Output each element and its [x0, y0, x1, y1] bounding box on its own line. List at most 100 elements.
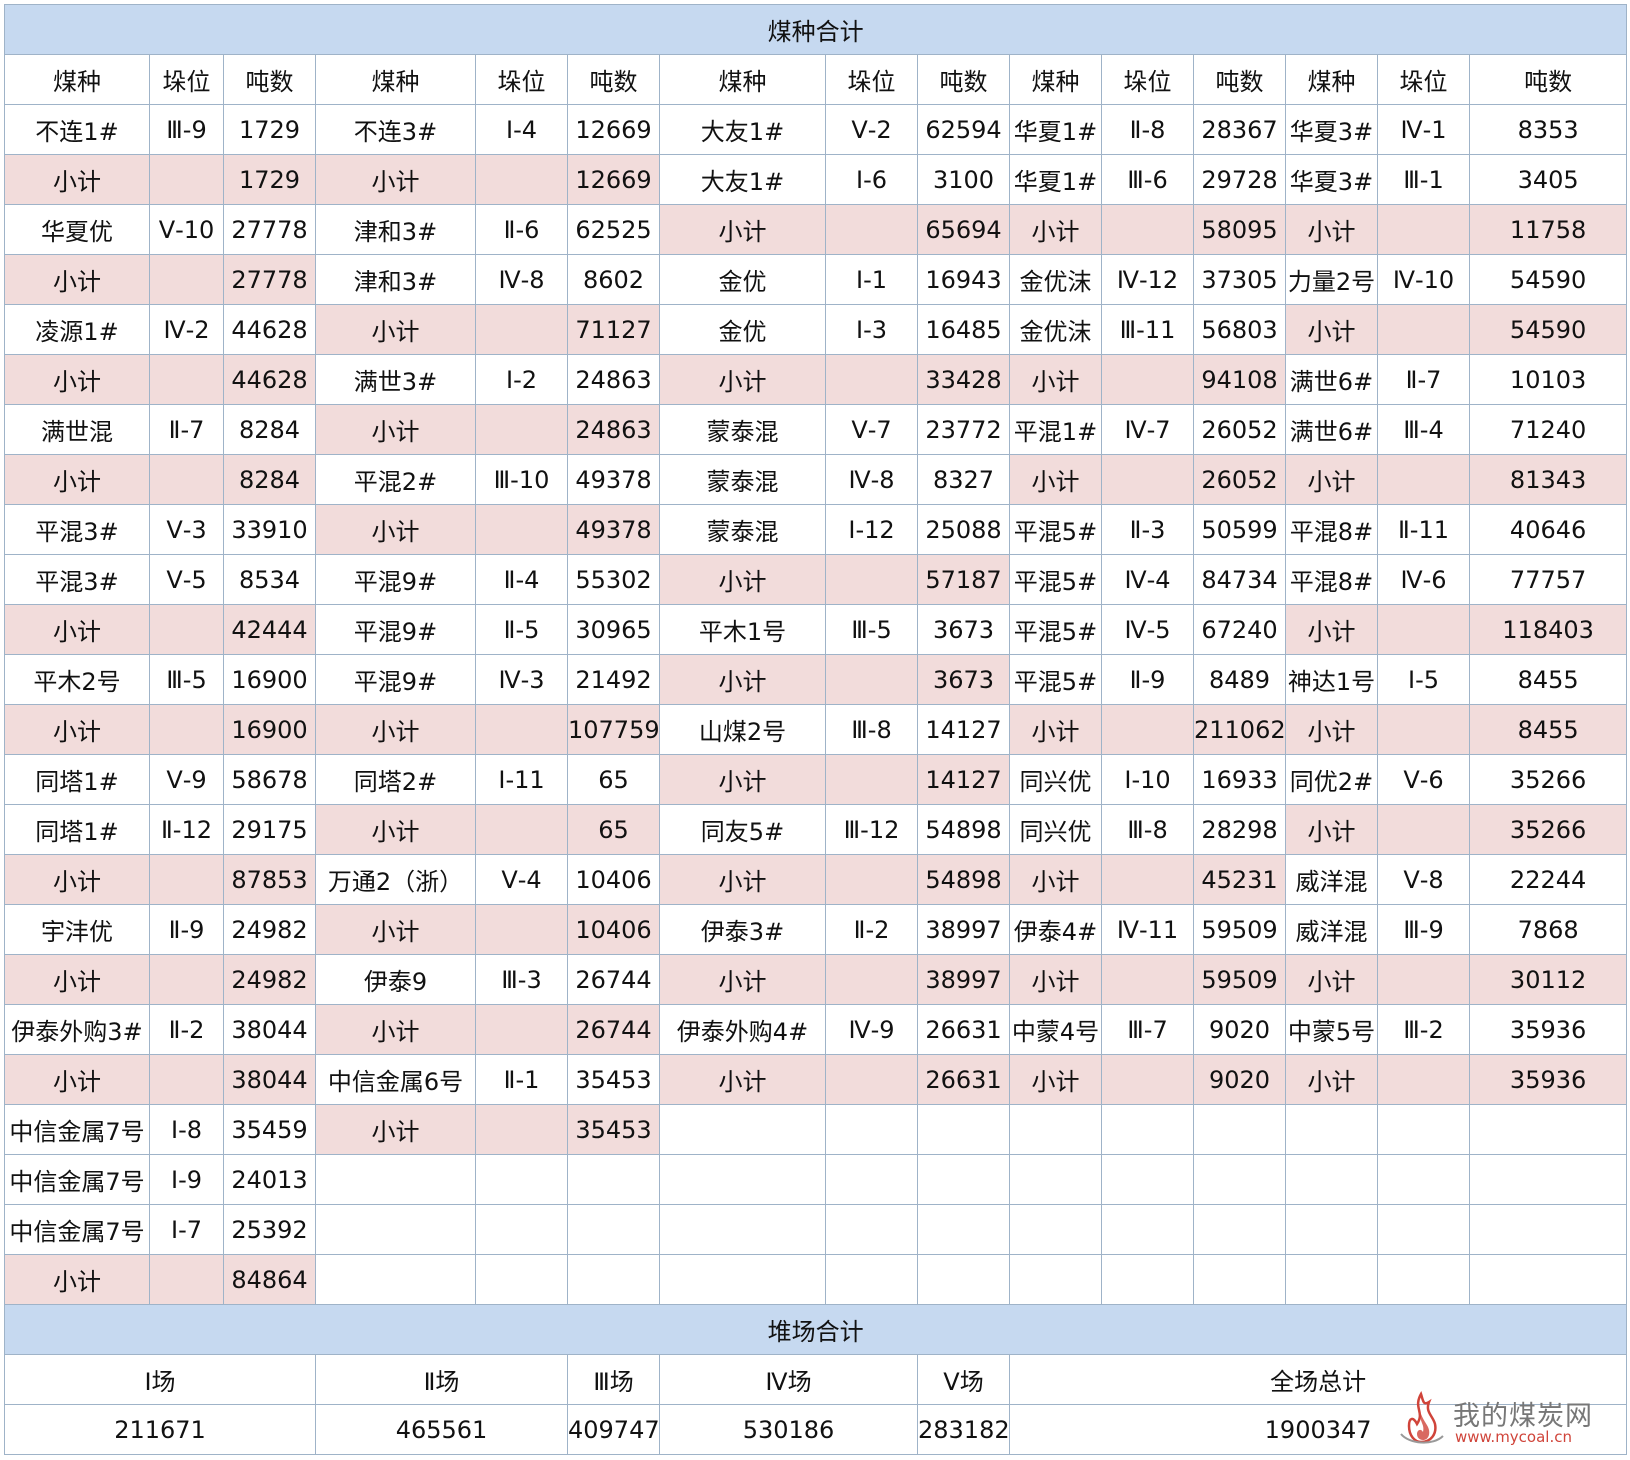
table-cell: 26631: [917, 1004, 1010, 1055]
table-cell: [1193, 1154, 1286, 1205]
table-row: 满世混 Ⅱ-7 8284 小计 24863 蒙泰混 Ⅴ-7 23772 平混1# Ⅳ-7 26052…: [4, 404, 1628, 455]
table-cell: 伊泰9: [315, 954, 476, 1005]
table-row: 小计 24982 伊泰9 Ⅲ-3 26744 小计 38997 小计 59509 小计 30112: [4, 954, 1628, 1005]
table-cell: 8455: [1468, 654, 1628, 705]
subtotal-cell: [1101, 854, 1194, 905]
table-cell: [1285, 1104, 1378, 1155]
table-cell: Ⅰ-11: [475, 754, 568, 805]
table-cell: Ⅱ-9: [149, 904, 224, 955]
subtotal-cell: 小计: [659, 754, 826, 805]
table-row: 小计 16900 小计 107759 山煤2号 Ⅲ-8 14127 小计 211062 小计 845…: [4, 704, 1628, 755]
table-cell: 9020: [1193, 1004, 1286, 1055]
table-cell: [1101, 1154, 1194, 1205]
table-cell: [475, 1254, 568, 1305]
table-cell: [917, 1254, 1010, 1305]
subtotal-cell: [149, 854, 224, 905]
subtotal-cell: 小计: [659, 854, 826, 905]
table-cell: 平混8#: [1285, 554, 1378, 605]
subtotal-cell: [475, 804, 568, 855]
table-cell: 14127: [917, 704, 1010, 755]
subtotal-cell: [149, 354, 224, 405]
subtotal-cell: 3673: [917, 654, 1010, 705]
table-cell: [825, 1254, 918, 1305]
table-cell: Ⅲ-12: [825, 804, 918, 855]
subtotal-cell: [1377, 304, 1470, 355]
table-cell: [1468, 1104, 1628, 1155]
table-cell: 58678: [223, 754, 316, 805]
subtotal-cell: 小计: [315, 1104, 476, 1155]
subtotal-cell: 8455: [1468, 704, 1628, 755]
table-cell: [567, 1204, 660, 1255]
table-cell: 平混5#: [1009, 654, 1102, 705]
subtotal-cell: [149, 604, 224, 655]
table-cell: 同塔2#: [315, 754, 476, 805]
table-cell: Ⅴ-6: [1377, 754, 1470, 805]
table-cell: Ⅲ-9: [149, 104, 224, 155]
table-cell: 8284: [223, 404, 316, 455]
table-cell: Ⅳ-6: [1377, 554, 1470, 605]
table-cell: [1468, 1154, 1628, 1205]
subtotal-cell: 小计: [4, 354, 150, 405]
table-cell: 同优2#: [1285, 754, 1378, 805]
table-cell: 1729: [223, 104, 316, 155]
table-cell: 24863: [567, 354, 660, 405]
table-cell: [659, 1254, 826, 1305]
subtotal-cell: 35936: [1468, 1054, 1628, 1105]
table-cell: 蒙泰混: [659, 504, 826, 555]
table-cell: [1193, 1104, 1286, 1155]
table-cell: Ⅲ-10: [475, 454, 568, 505]
table-cell: 54898: [917, 804, 1010, 855]
table-cell: 24013: [223, 1154, 316, 1205]
subtotal-cell: 26744: [567, 1004, 660, 1055]
subtotal-cell: [1101, 454, 1194, 505]
column-header: 垛位: [825, 54, 918, 105]
subtotal-cell: 65694: [917, 204, 1010, 255]
subtotal-cell: [825, 354, 918, 405]
table-cell: 威洋混: [1285, 854, 1378, 905]
table-cell: Ⅱ-7: [149, 404, 224, 455]
yard-value: 409747: [567, 1404, 660, 1455]
table-cell: 平混5#: [1009, 554, 1102, 605]
table-cell: Ⅳ-2: [149, 304, 224, 355]
subtotal-cell: 小计: [4, 954, 150, 1005]
subtotal-cell: 30112: [1468, 954, 1628, 1005]
table-cell: 平混5#: [1009, 504, 1102, 555]
table-cell: 平混8#: [1285, 504, 1378, 555]
subtotal-cell: [825, 204, 918, 255]
yard-label: Ⅱ场: [315, 1354, 568, 1405]
subtotal-cell: 16900: [223, 704, 316, 755]
table-cell: [1377, 1154, 1470, 1205]
table-cell: 伊泰外购4#: [659, 1004, 826, 1055]
subtotal-cell: 小计: [1285, 604, 1378, 655]
table-cell: Ⅲ-9: [1377, 904, 1470, 955]
subtotal-cell: 小计: [4, 704, 150, 755]
table-cell: [825, 1104, 918, 1155]
table-cell: 山煤2号: [659, 704, 826, 755]
table-cell: Ⅳ-8: [825, 454, 918, 505]
table-cell: [1377, 1204, 1470, 1255]
table-cell: 71240: [1468, 404, 1628, 455]
table-cell: Ⅰ-2: [475, 354, 568, 405]
yard-label: Ⅲ场: [567, 1354, 660, 1405]
yard-label: Ⅳ场: [659, 1354, 918, 1405]
subtotal-cell: 84864: [223, 1254, 316, 1305]
subtotal-cell: 小计: [1285, 454, 1378, 505]
column-header: 垛位: [475, 54, 568, 105]
table-cell: Ⅳ-4: [1101, 554, 1194, 605]
subtotal-cell: 小计: [4, 1254, 150, 1305]
table-row: 不连1# Ⅲ-9 1729 不连3# Ⅰ-4 12669 大友1# Ⅴ-2 62594 华夏1# Ⅱ…: [4, 104, 1628, 155]
table-row: 同塔1# Ⅱ-12 29175 小计 65 同友5# Ⅲ-12 54898 同兴优 Ⅲ-8 2829…: [4, 804, 1628, 855]
table-cell: 中信金属6号: [315, 1054, 476, 1105]
table-cell: Ⅱ-2: [825, 904, 918, 955]
table-cell: 29175: [223, 804, 316, 855]
table-cell: 40646: [1468, 504, 1628, 555]
table-cell: [1009, 1254, 1102, 1305]
table-cell: Ⅰ-5: [1377, 654, 1470, 705]
subtotal-cell: 58095: [1193, 204, 1286, 255]
subtotal-cell: 小计: [1009, 204, 1102, 255]
table-cell: Ⅲ-11: [1101, 304, 1194, 355]
subtotal-cell: [475, 1104, 568, 1155]
subtotal-cell: [149, 954, 224, 1005]
subtotal-cell: 14127: [917, 754, 1010, 805]
column-header: 吨数: [567, 54, 660, 105]
